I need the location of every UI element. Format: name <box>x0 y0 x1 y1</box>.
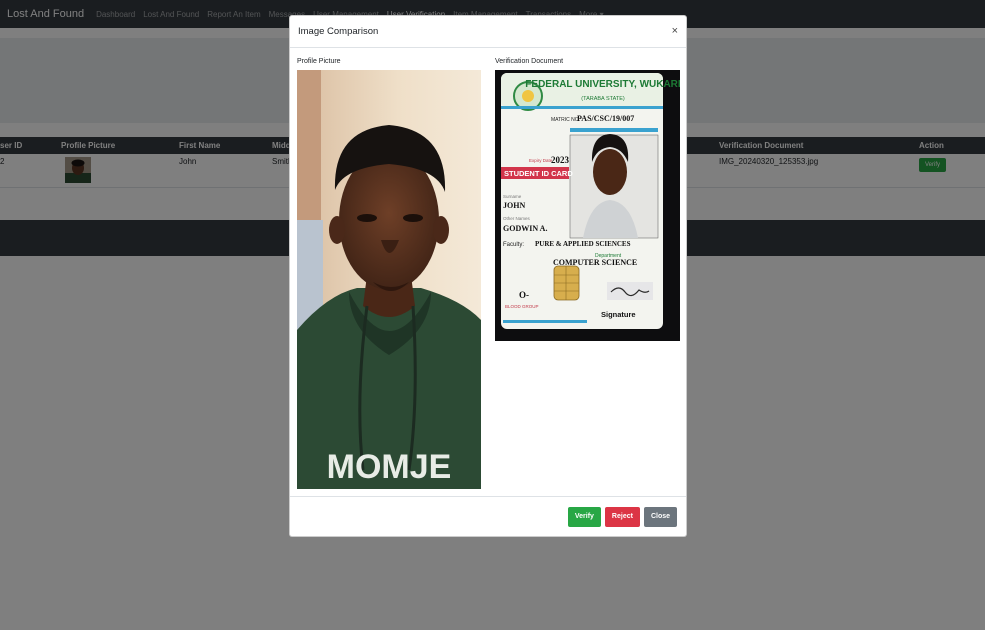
card-matric-no: PAS/CSC/19/007 <box>577 114 634 123</box>
verification-document-label: Verification Document <box>495 58 564 65</box>
card-surname-label: Surname <box>503 194 522 199</box>
card-faculty-label: Faculty: <box>503 242 524 248</box>
profile-picture-label: Profile Picture <box>297 58 341 65</box>
card-other-names-label: Other Names <box>503 216 531 221</box>
modal-title: Image Comparison <box>298 26 379 37</box>
hoodie-print: MOMJE <box>327 448 452 486</box>
card-state: (TARABA STATE) <box>581 96 625 102</box>
card-faculty: PURE & APPLIED SCIENCES <box>535 240 631 248</box>
card-university: FEDERAL UNIVERSITY, WUKARI <box>525 79 680 90</box>
card-expiry-label: Expiry Date <box>529 158 553 163</box>
verify-button[interactable]: Verify <box>567 506 601 527</box>
modal-header: Image Comparison × <box>290 16 686 48</box>
card-signature-label: Signature <box>601 310 636 319</box>
close-icon[interactable]: × <box>672 26 678 37</box>
profile-photo: MOMJE <box>297 70 481 489</box>
card-surname: JOHN <box>503 201 525 210</box>
card-type: STUDENT ID CARD <box>504 169 573 178</box>
modal-footer: Verify Reject Close <box>290 496 686 536</box>
image-comparison-modal: Image Comparison × Profile Picture Verif… <box>289 15 687 537</box>
reject-button[interactable]: Reject <box>604 506 640 527</box>
card-blood-group: O- <box>519 290 529 300</box>
modal-body: Profile Picture Verification Document MO… <box>290 48 686 497</box>
card-blood-group-label: BLOOD GROUP <box>505 304 539 309</box>
card-other-names: GODWIN A. <box>503 224 547 233</box>
verification-document-image: FEDERAL UNIVERSITY, WUKARI (TARABA STATE… <box>495 70 680 341</box>
card-matric-label: MATRIC NO. <box>551 117 580 123</box>
close-button[interactable]: Close <box>643 506 677 527</box>
card-expiry-year: 2023 <box>551 155 570 165</box>
